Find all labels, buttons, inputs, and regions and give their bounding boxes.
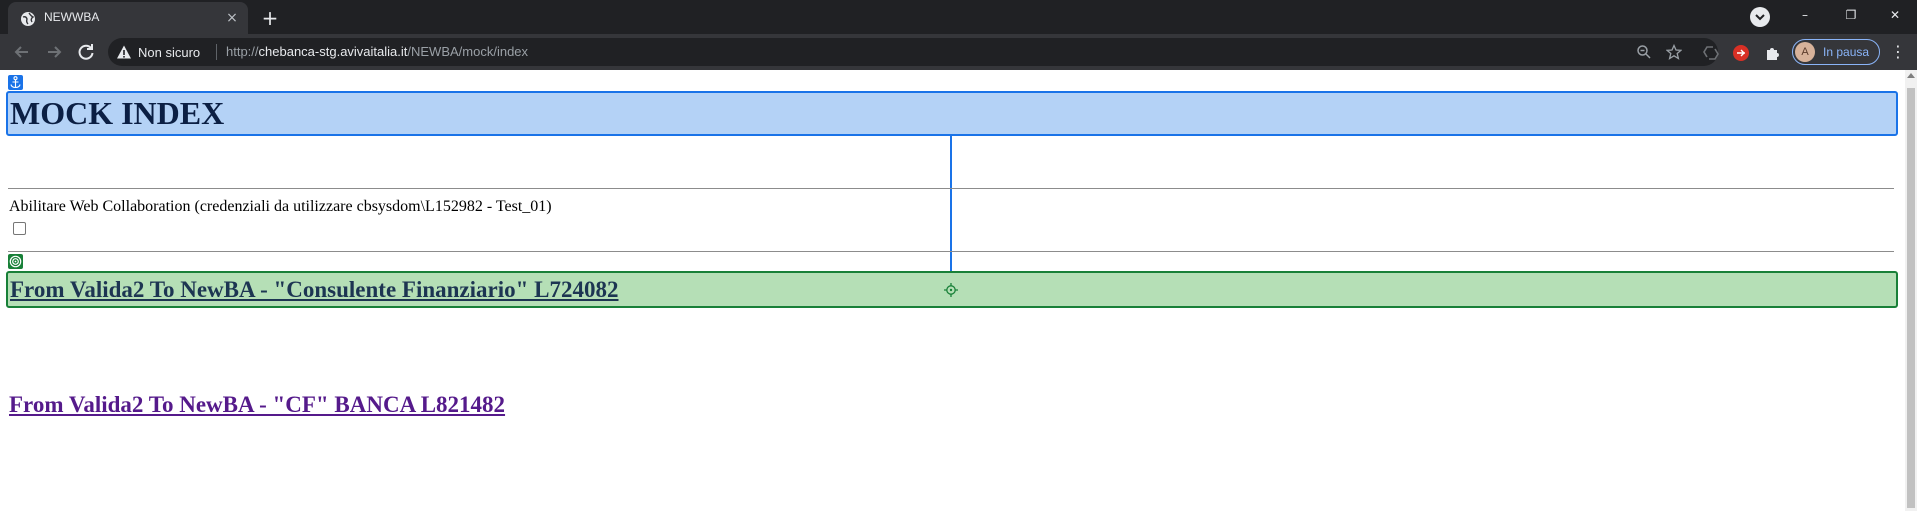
recycle-extension-icon[interactable] [1702,44,1720,62]
page-content: MOCK INDEX Abilitare Web Collaboration (… [0,70,1905,511]
target-badge [8,254,23,269]
url-text[interactable]: http://chebanca-stg.avivaitalia.it/NEWBA… [226,44,528,59]
restore-button[interactable]: ❐ [1828,4,1874,26]
globe-icon [21,12,35,26]
reload-icon [78,44,94,60]
divider-top [8,188,1894,189]
new-tab-button[interactable]: + [256,5,284,33]
anchor-badge [8,75,23,90]
forward-button[interactable] [40,38,68,66]
web-collaboration-label: Abilitare Web Collaboration (credenziali… [9,198,552,215]
scroll-up-arrow-icon[interactable] [1907,73,1915,78]
zoom-icon[interactable] [1636,44,1652,60]
puzzle-extensions-icon[interactable] [1764,44,1782,62]
security-indicator[interactable]: Non sicuro [116,44,200,60]
target-icon [9,255,22,268]
tab-close-icon[interactable]: × [224,10,240,26]
browser-toolbar: Non sicuro http://chebanca-stg.avivaital… [0,34,1917,70]
profile-status-label: In pausa [1823,45,1870,59]
close-window-button[interactable]: ✕ [1872,4,1917,26]
link-cf-banca[interactable]: From Valida2 To NewBA - "CF" BANCA L8214… [9,392,505,418]
scroll-thumb[interactable] [1907,88,1915,508]
warning-icon [117,45,131,59]
red-extension-icon[interactable] [1732,44,1750,62]
link-consulente-finanziario[interactable]: From Valida2 To NewBA - "Consulente Fina… [10,277,619,303]
browser-menu-icon[interactable]: ⋮ [1890,42,1906,62]
url-scheme: http:// [226,44,259,59]
tab-title: NEWWBA [44,10,100,24]
tab-search-icon[interactable] [1750,7,1770,27]
web-collaboration-checkbox[interactable] [13,222,26,235]
avatar: A [1795,42,1815,62]
tab-strip: NEWWBA × + – ❐ ✕ [0,0,1917,34]
page-scrollbar[interactable] [1905,70,1917,511]
page-title: MOCK INDEX [10,95,225,131]
tab-newwba[interactable]: NEWWBA × [8,2,248,34]
chevron-down-icon [1755,14,1765,21]
arrow-right-icon [48,46,62,58]
highlighted-title-box: MOCK INDEX [6,91,1898,136]
minimize-button[interactable]: – [1782,4,1828,26]
anchor-icon [10,76,21,89]
url-path: /NEWBA/mock/index [407,44,529,59]
crosshair-icon [944,283,958,297]
security-label: Non sicuro [138,44,201,60]
address-separator [216,44,217,60]
bookmark-star-icon[interactable] [1666,44,1682,60]
arrow-left-icon [14,46,28,58]
profile-button[interactable]: A In pausa [1792,39,1880,65]
url-host: chebanca-stg.avivaitalia.it [258,44,408,59]
address-bar[interactable]: Non sicuro http://chebanca-stg.avivaital… [108,38,1718,66]
divider-bottom [8,251,1894,252]
back-button[interactable] [8,38,36,66]
reload-button[interactable] [72,38,100,66]
